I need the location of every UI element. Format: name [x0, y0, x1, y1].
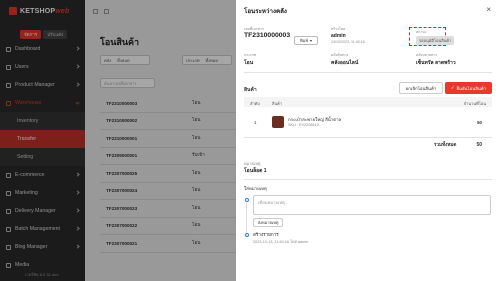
- drawer-title: โอนระหว่างคลัง: [244, 8, 287, 15]
- close-icon[interactable]: ×: [486, 5, 491, 14]
- chevron-down-icon: ▾: [309, 38, 312, 43]
- modal-backdrop[interactable]: [0, 0, 236, 281]
- note-value: โอนล็อต 1: [244, 168, 267, 174]
- status-label: สถานะ: [416, 30, 427, 34]
- items-table-header: ลำดับ สินค้า จำนวนที่โอน: [244, 97, 492, 107]
- timeline-title: สร้างรายการ: [253, 232, 279, 237]
- timeline-meta: 2023-10-13, 11:40:16 โดย admin: [253, 240, 309, 244]
- total-row: รวมทั้งหมด 50: [244, 137, 492, 149]
- timeline-line: [246, 203, 247, 233]
- type-value: โอน: [244, 60, 254, 66]
- to-block: คลังปลายทาง เซ็นทรัล ลาดพร้าว: [416, 52, 456, 67]
- print-button-label: พิมพ์: [300, 38, 308, 43]
- col-no: ลำดับ: [250, 101, 260, 106]
- timeline-dot-icon: [244, 233, 249, 237]
- type-block: ประเภท โอน: [244, 52, 256, 67]
- from-label: คลังต้นทาง: [331, 53, 349, 57]
- from-value: คลังออนไลน์: [331, 60, 359, 66]
- timeline-dot-icon: [244, 198, 249, 202]
- check-icon: ✓: [450, 85, 455, 90]
- item-no: 1: [254, 120, 257, 125]
- confirm-transfer-button[interactable]: ✓ ยืนยันโอนสินค้า: [445, 82, 492, 94]
- print-button[interactable]: พิมพ์ ▾: [294, 36, 318, 45]
- col-qty: จำนวนที่โอน: [463, 101, 486, 106]
- total-label: รวมทั้งหมด: [434, 142, 457, 147]
- to-value: เซ็นทรัล ลาดพร้าว: [416, 60, 456, 66]
- col-product: สินค้า: [272, 101, 283, 106]
- to-label: คลังปลายทาง: [416, 53, 438, 57]
- note-label: หมายเหตุ: [244, 161, 261, 166]
- product-thumbnail: [272, 116, 284, 128]
- created-at: 13/10/2023, 11:40:16: [331, 39, 365, 44]
- confirm-transfer-label: ยืนยันโอนสินค้า: [456, 85, 487, 91]
- table-row: 1 กระเป๋าสะพายใหญ่ สีน้ำตาล SKU : EX2208…: [244, 112, 492, 134]
- item-name[interactable]: กระเป๋าสะพายใหญ่ สีน้ำตาล: [288, 116, 341, 123]
- comment-heading: ใส่หมายเหตุ: [244, 186, 267, 191]
- type-label: ประเภท: [244, 53, 257, 57]
- comment-input[interactable]: เขียนหมายเหตุ...: [253, 195, 491, 215]
- total-value: 50: [476, 142, 482, 148]
- from-block: คลังต้นทาง คลังออนไลน์: [331, 52, 358, 67]
- transfer-detail-drawer: โอนระหว่างคลัง × เลขที่เอกสาร TF23100000…: [236, 0, 500, 281]
- item-sku: SKU : EX2208510: [288, 123, 319, 127]
- divider: [244, 72, 492, 73]
- created-label: สร้างโดย: [331, 27, 346, 31]
- item-qty: 50: [477, 120, 482, 125]
- cancel-transfer-button[interactable]: ยกเลิกโอนสินค้า: [399, 82, 443, 94]
- created-block: สร้างโดย admin 13/10/2023, 11:40:16: [331, 26, 365, 44]
- created-by: admin: [331, 33, 346, 39]
- doc-number: TF2310000003: [244, 32, 291, 39]
- send-comment-button[interactable]: ส่งหมายเหตุ: [253, 218, 283, 227]
- status-badge: รออนุมัติโอนสินค้า: [416, 36, 455, 45]
- divider: [244, 179, 492, 180]
- status-label-block: สถานะ: [416, 29, 427, 35]
- items-heading: สินค้า: [244, 87, 257, 93]
